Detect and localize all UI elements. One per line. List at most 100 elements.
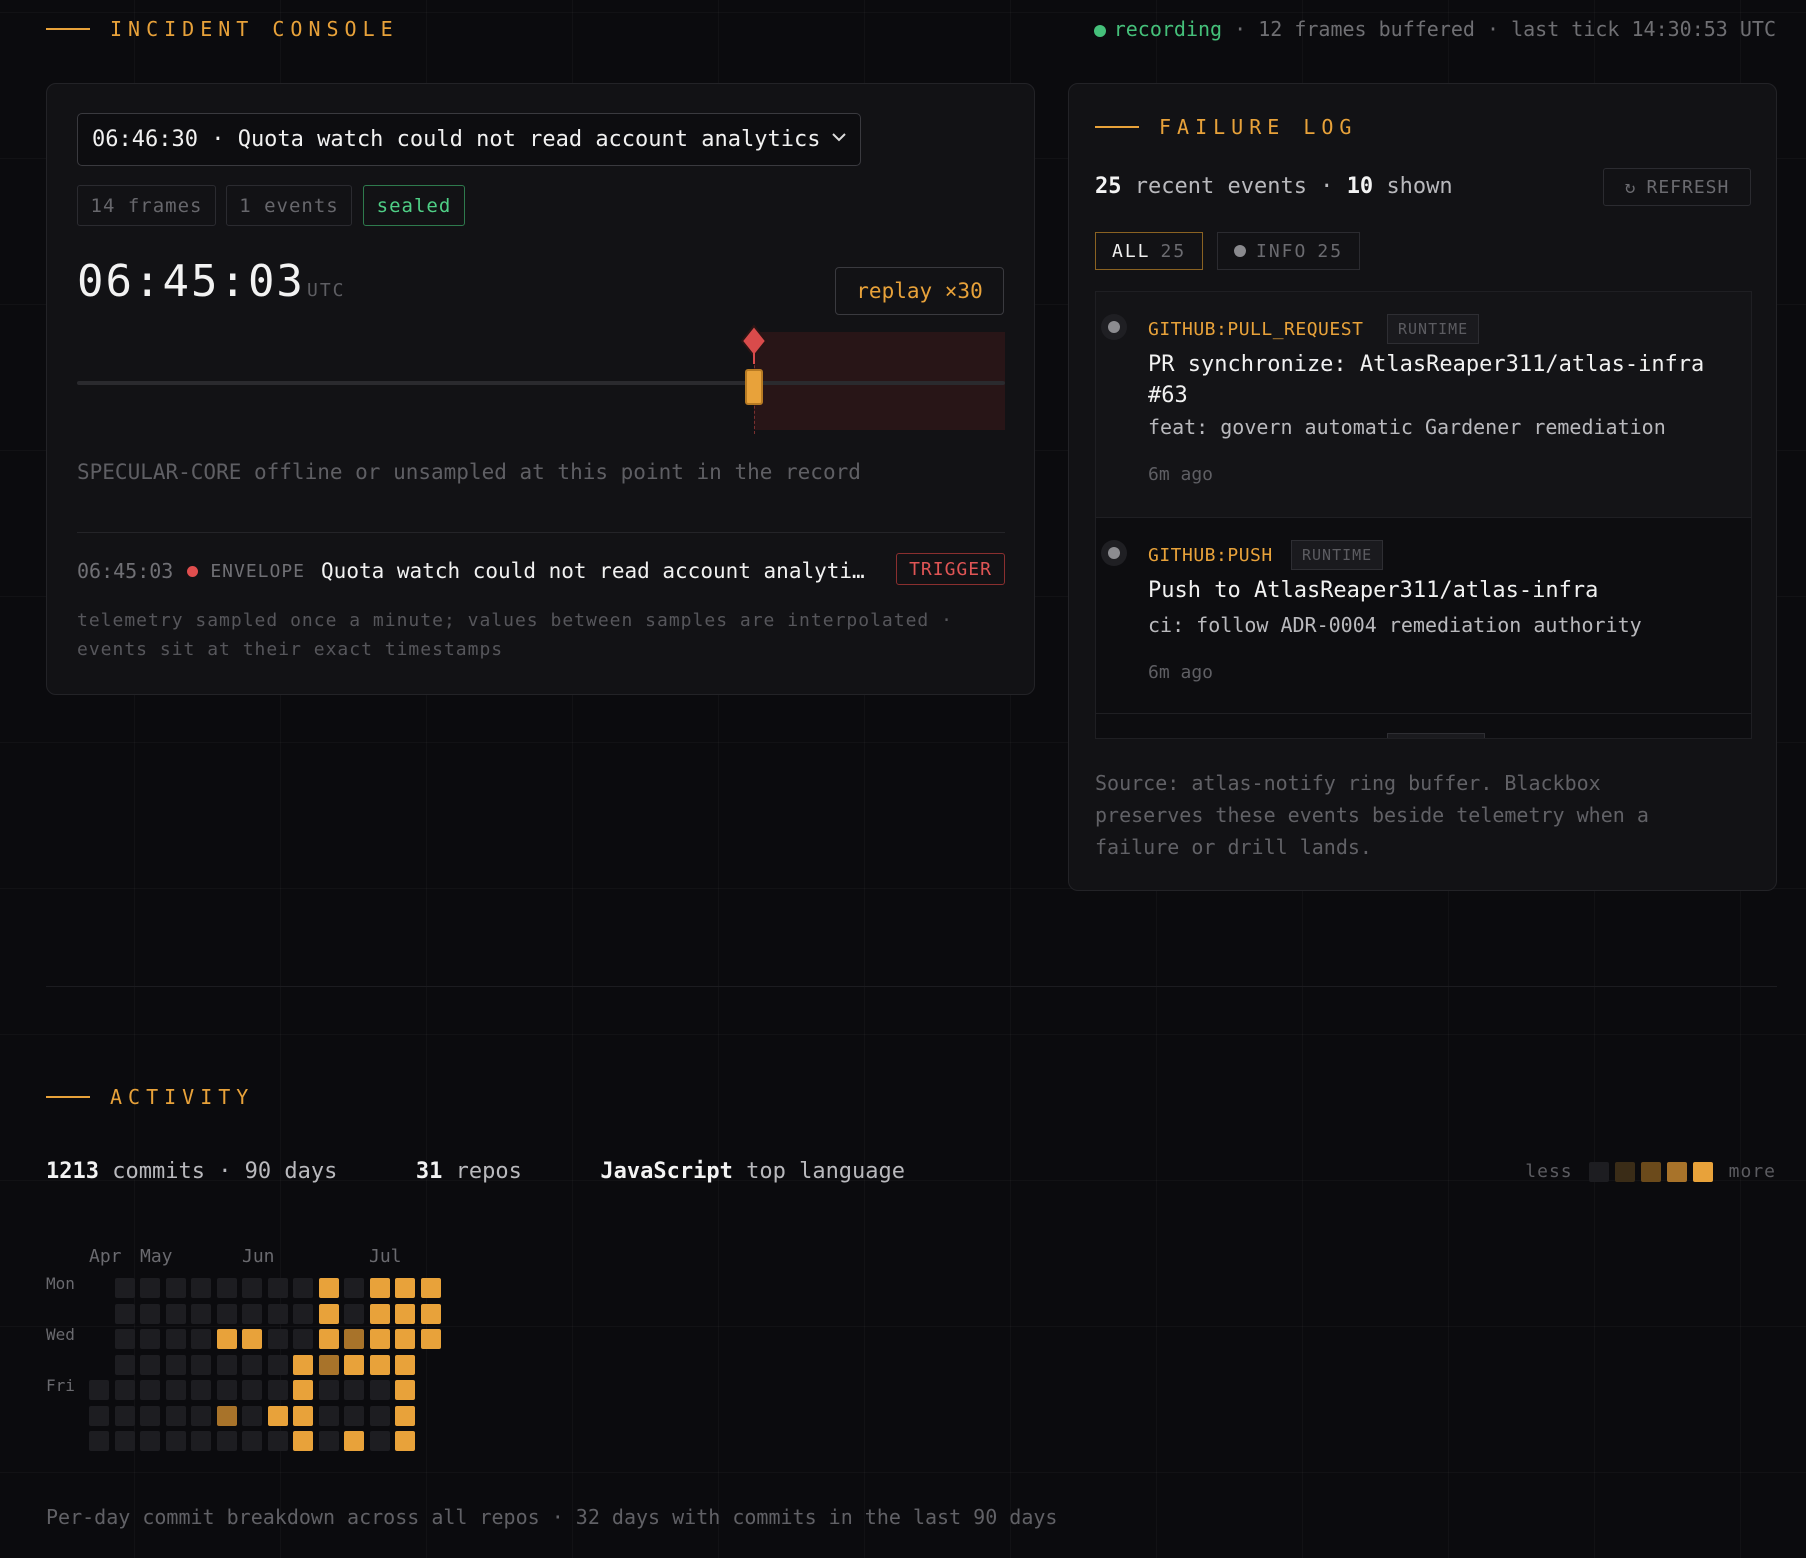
heatmap-cell[interactable] (319, 1304, 339, 1324)
heatmap-cell[interactable] (140, 1431, 160, 1451)
heatmap-cell[interactable] (242, 1278, 262, 1298)
heatmap-cell[interactable] (217, 1304, 237, 1324)
heatmap-cell[interactable] (140, 1278, 160, 1298)
heatmap-cell[interactable] (319, 1278, 339, 1298)
heatmap-cell[interactable] (166, 1431, 186, 1451)
heatmap-cell[interactable] (115, 1355, 135, 1375)
heatmap-cell[interactable] (89, 1431, 109, 1451)
heatmap-cell[interactable] (268, 1406, 288, 1426)
heatmap-cell[interactable] (319, 1355, 339, 1375)
heatmap-cell[interactable] (395, 1406, 415, 1426)
event-row[interactable]: 06:45:03 ENVELOPE Quota watch could not … (77, 556, 887, 586)
incident-select[interactable]: 06:46:30 · Quota watch could not read ac… (77, 113, 861, 166)
heatmap-cell[interactable] (140, 1329, 160, 1349)
heatmap-cell[interactable] (89, 1406, 109, 1426)
heatmap-cell[interactable] (191, 1329, 211, 1349)
heatmap-cell[interactable] (344, 1355, 364, 1375)
heatmap-cell[interactable] (191, 1278, 211, 1298)
heatmap-cell[interactable] (191, 1380, 211, 1400)
heatmap-cell[interactable] (166, 1304, 186, 1324)
heatmap-cell[interactable] (140, 1380, 160, 1400)
heatmap-cell[interactable] (242, 1406, 262, 1426)
heatmap-cell[interactable] (293, 1431, 313, 1451)
heatmap-cell[interactable] (115, 1380, 135, 1400)
heatmap-cell[interactable] (395, 1355, 415, 1375)
heatmap-cell[interactable] (344, 1304, 364, 1324)
heatmap-cell[interactable] (217, 1355, 237, 1375)
heatmap-cell[interactable] (268, 1431, 288, 1451)
heatmap-cell[interactable] (166, 1329, 186, 1349)
heatmap-cell[interactable] (370, 1380, 390, 1400)
heatmap-cell[interactable] (191, 1355, 211, 1375)
heatmap-cell[interactable] (191, 1304, 211, 1324)
heatmap-cell[interactable] (370, 1329, 390, 1349)
heatmap-cell[interactable] (395, 1431, 415, 1451)
heatmap-cell[interactable] (242, 1304, 262, 1324)
heatmap-cell[interactable] (140, 1304, 160, 1324)
replay-speed-button[interactable]: replay ×30 (835, 267, 1004, 315)
heatmap-cell[interactable] (166, 1355, 186, 1375)
playhead-handle[interactable] (745, 369, 763, 405)
heatmap-cell[interactable] (395, 1278, 415, 1298)
tab-all[interactable]: ALL 25 (1095, 232, 1204, 270)
heatmap-cell[interactable] (242, 1380, 262, 1400)
heatmap-cell[interactable] (242, 1329, 262, 1349)
timeline[interactable] (77, 324, 1005, 434)
heatmap-cell[interactable] (293, 1278, 313, 1298)
heatmap-cell[interactable] (395, 1380, 415, 1400)
heatmap-cell[interactable] (344, 1329, 364, 1349)
heatmap-cell[interactable] (421, 1329, 441, 1349)
heatmap-cell[interactable] (370, 1406, 390, 1426)
heatmap-cell[interactable] (166, 1278, 186, 1298)
heatmap-cell[interactable] (268, 1304, 288, 1324)
heatmap-cell[interactable] (115, 1329, 135, 1349)
heatmap-cell[interactable] (293, 1380, 313, 1400)
heatmap-cell[interactable] (191, 1406, 211, 1426)
heatmap-cell[interactable] (115, 1304, 135, 1324)
heatmap-cell[interactable] (242, 1431, 262, 1451)
heatmap-cell[interactable] (140, 1406, 160, 1426)
heatmap-cell[interactable] (268, 1380, 288, 1400)
heatmap-cell[interactable] (115, 1406, 135, 1426)
heatmap-cell[interactable] (344, 1431, 364, 1451)
heatmap-cell[interactable] (293, 1329, 313, 1349)
heatmap-cell[interactable] (268, 1278, 288, 1298)
heatmap-cell[interactable] (166, 1406, 186, 1426)
heatmap-cell[interactable] (242, 1355, 262, 1375)
heatmap-cell[interactable] (421, 1278, 441, 1298)
heatmap-cell[interactable] (217, 1278, 237, 1298)
heatmap-cell[interactable] (89, 1380, 109, 1400)
heatmap-cell[interactable] (115, 1431, 135, 1451)
heatmap-cell[interactable] (217, 1406, 237, 1426)
heatmap-cell[interactable] (293, 1304, 313, 1324)
heatmap-cell[interactable] (395, 1329, 415, 1349)
heatmap-cell[interactable] (115, 1278, 135, 1298)
heatmap-cell[interactable] (344, 1380, 364, 1400)
heatmap-cell[interactable] (319, 1329, 339, 1349)
heatmap-cell[interactable] (140, 1355, 160, 1375)
heatmap-cell[interactable] (217, 1380, 237, 1400)
heatmap-cell[interactable] (395, 1304, 415, 1324)
heatmap-cell[interactable] (319, 1406, 339, 1426)
heatmap-cell[interactable] (370, 1431, 390, 1451)
heatmap-cell[interactable] (268, 1329, 288, 1349)
refresh-button[interactable]: ↻ REFRESH (1603, 168, 1751, 206)
log-item[interactable]: GITHUB:PULL_REQUEST RUNTIME PR synchroni… (1096, 292, 1751, 518)
heatmap-cell[interactable] (421, 1304, 441, 1324)
heatmap-cell[interactable] (217, 1431, 237, 1451)
heatmap-cell[interactable] (191, 1431, 211, 1451)
heatmap-cell[interactable] (370, 1355, 390, 1375)
heatmap-cell[interactable] (370, 1278, 390, 1298)
log-item[interactable]: GITHUB:PUSH RUNTIME Push to AtlasReaper3… (1096, 518, 1751, 714)
failure-log-list[interactable]: GITHUB:PULL_REQUEST RUNTIME PR synchroni… (1095, 291, 1752, 739)
heatmap-cell[interactable] (293, 1355, 313, 1375)
heatmap-cell[interactable] (268, 1355, 288, 1375)
heatmap-cell[interactable] (370, 1304, 390, 1324)
heatmap-cell[interactable] (217, 1329, 237, 1349)
heatmap-cell[interactable] (166, 1380, 186, 1400)
heatmap-cell[interactable] (319, 1431, 339, 1451)
heatmap-cell[interactable] (344, 1278, 364, 1298)
heatmap-cell[interactable] (293, 1406, 313, 1426)
heatmap-cell[interactable] (344, 1406, 364, 1426)
tab-info[interactable]: INFO 25 (1217, 232, 1361, 270)
